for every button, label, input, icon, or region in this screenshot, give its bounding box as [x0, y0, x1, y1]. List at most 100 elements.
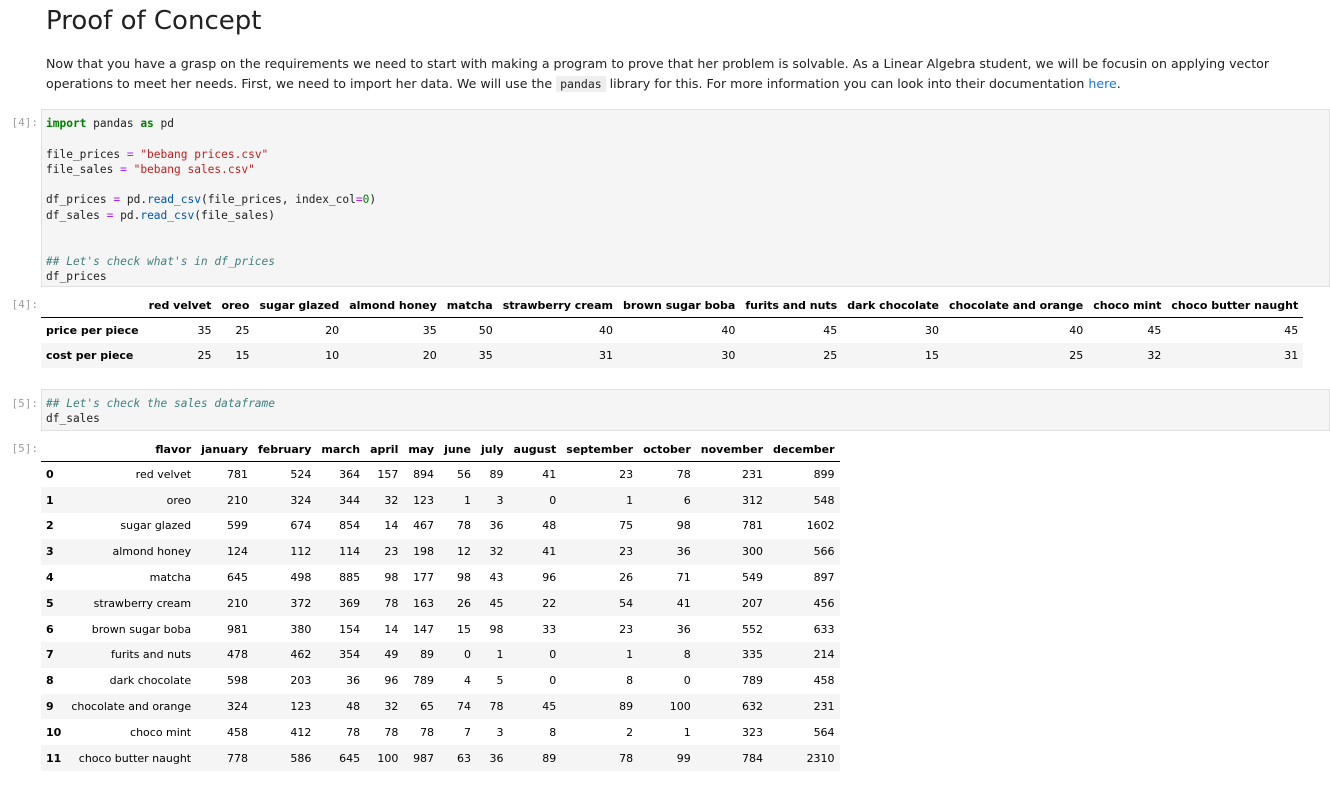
table-cell: 549	[742, 571, 764, 585]
code-token: df_prices	[46, 193, 114, 207]
column-header: almond honey	[344, 293, 442, 318]
table-cell: 462	[290, 648, 312, 662]
table-cell: 45	[542, 700, 557, 714]
table-cell: 35	[422, 323, 437, 337]
table-cell: 1602	[806, 519, 835, 533]
table-cell: 344	[339, 493, 361, 507]
code-token: df_prices	[46, 269, 107, 283]
column-header: september	[561, 437, 639, 462]
table-cell: 78	[676, 468, 691, 482]
table-cell: 645	[227, 571, 248, 585]
input-prompt-5: [5]:	[11, 397, 39, 410]
table-cell: 467	[413, 519, 435, 533]
table-cell: 458	[813, 674, 835, 688]
column-header: chocolate and orange	[944, 293, 1089, 318]
table-cell: 124	[227, 545, 248, 559]
table-cell: matcha	[149, 571, 192, 585]
table-cell: 1	[496, 648, 504, 662]
column-header	[41, 293, 144, 318]
column-header: august	[508, 437, 562, 462]
table-cell: 50	[478, 323, 493, 337]
table-cell: 65	[420, 700, 435, 714]
row-index: 4	[46, 571, 54, 585]
column-header: matcha	[441, 293, 498, 318]
table-cell: 35	[197, 323, 212, 337]
column-header: december	[768, 437, 840, 462]
table-cell: 40	[1069, 323, 1084, 337]
table-cell: 89	[619, 700, 634, 714]
row-index: 3	[46, 545, 54, 559]
table-cell: 49	[384, 648, 399, 662]
table-cell: 456	[813, 596, 835, 610]
row-index: cost per piece	[46, 348, 134, 362]
table-cell: 32	[384, 700, 399, 714]
output-prompt-4: [4]:	[11, 298, 39, 311]
table-cell: 15	[235, 348, 250, 362]
table-cell: 154	[339, 622, 361, 636]
table-cell: 2	[626, 725, 634, 739]
table-cell: 36	[676, 622, 691, 636]
table-cell: 369	[339, 596, 361, 610]
table-cell: 45	[823, 323, 838, 337]
column-header: choco butter naught	[1166, 293, 1304, 318]
table-cell: 40	[721, 323, 736, 337]
code-cell-4[interactable]: import pandas as pd file_prices = "beban…	[41, 109, 1330, 287]
table-cell: almond honey	[112, 545, 192, 559]
documentation-link[interactable]: here	[1088, 76, 1116, 91]
table-cell: 364	[339, 468, 361, 482]
code-editor-5[interactable]: ## Let's check the sales dataframe df_sa…	[42, 390, 1329, 433]
code-cell-5[interactable]: ## Let's check the sales dataframe df_sa…	[41, 389, 1330, 431]
code-token: read_csv	[147, 193, 201, 207]
table-row: 7 furits and nuts 478 462 354 49 89 0 1 0 1 8 335 214	[41, 642, 840, 668]
column-header: choco mint	[1088, 293, 1167, 318]
table-cell: 26	[456, 596, 471, 610]
table-cell: 3	[496, 493, 504, 507]
table-cell: 32	[489, 545, 504, 559]
row-index: 8	[46, 674, 54, 688]
code-token: )	[369, 193, 377, 207]
column-header: march	[316, 437, 366, 462]
column-header: june	[439, 437, 476, 462]
column-header: november	[695, 437, 769, 462]
code-editor-4[interactable]: import pandas as pd file_prices = "beban…	[42, 110, 1329, 290]
table-cell: 33	[542, 622, 557, 636]
table-cell: 48	[346, 700, 361, 714]
table-cell: 8	[683, 648, 691, 662]
row-index: 11	[46, 751, 62, 765]
code-token: df_sales	[46, 208, 107, 222]
table-row: cost per piece 25 15 10 20 35 31 30 25 15 25 32 31	[41, 342, 1304, 368]
table-cell: 899	[813, 468, 835, 482]
table-cell: 74	[456, 700, 471, 714]
table-cell: 203	[290, 674, 312, 688]
table-cell: 2310	[806, 751, 835, 765]
table-cell: 10	[325, 348, 340, 362]
table-cell: 981	[227, 622, 248, 636]
table-cell: 1	[683, 725, 691, 739]
table-cell: 784	[742, 751, 764, 765]
table-cell: red velvet	[135, 468, 192, 482]
table-cell: 163	[413, 596, 435, 610]
table-cell: 354	[339, 648, 361, 662]
table-cell: 78	[489, 700, 504, 714]
table-cell: 231	[742, 468, 764, 482]
table-cell: 20	[325, 323, 340, 337]
column-header: april	[365, 437, 404, 462]
section-heading: Proof of Concept	[46, 6, 262, 36]
table-cell: 1	[626, 493, 634, 507]
table-cell: 147	[413, 622, 435, 636]
table-cell: 335	[742, 648, 764, 662]
column-header: red velvet	[143, 293, 217, 318]
table-header-row: flavor january february march april may june ju…	[41, 437, 840, 462]
table-cell: 112	[290, 545, 312, 559]
table-cell: 1	[626, 648, 634, 662]
table-cell: 674	[290, 519, 312, 533]
table-cell: 78	[346, 725, 361, 739]
table-cell: 5	[496, 674, 504, 688]
table-cell: 789	[413, 674, 435, 688]
table-cell: 78	[619, 751, 634, 765]
table-cell: strawberry cream	[93, 596, 192, 610]
table-cell: 7	[463, 725, 471, 739]
column-header: july	[475, 437, 509, 462]
column-header: dark chocolate	[842, 293, 944, 318]
column-header: sugar glazed	[254, 293, 345, 318]
